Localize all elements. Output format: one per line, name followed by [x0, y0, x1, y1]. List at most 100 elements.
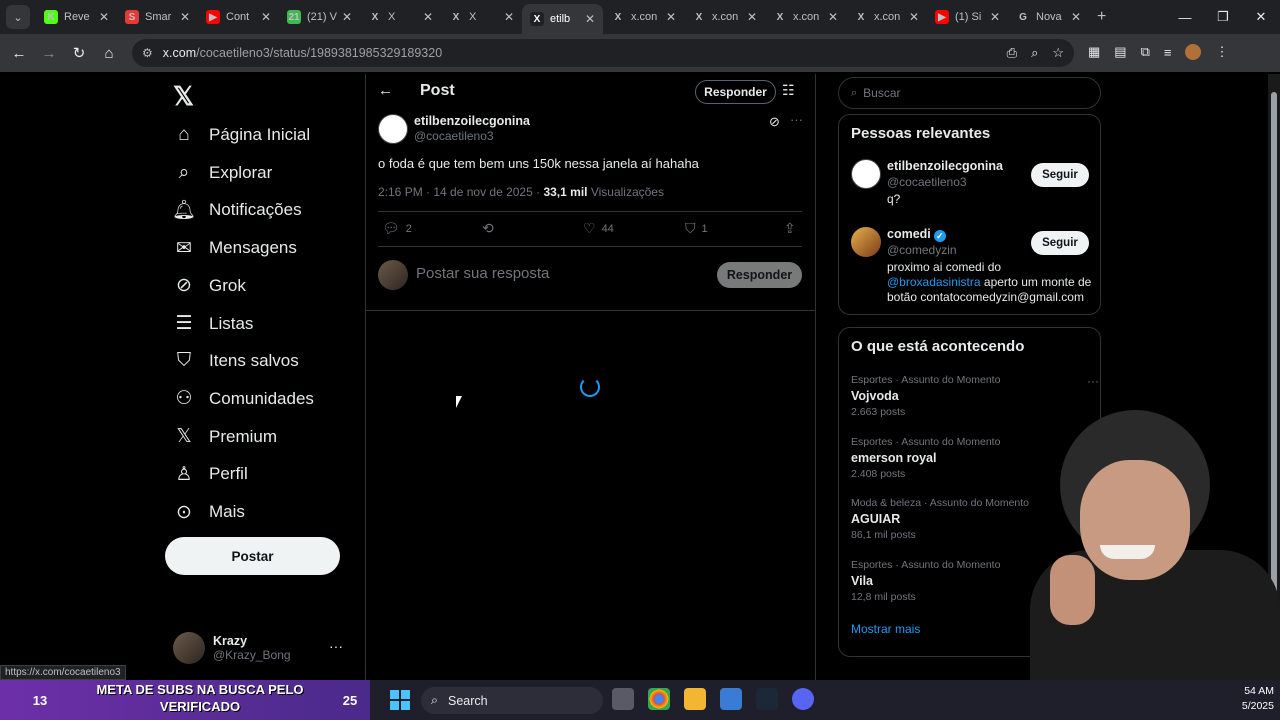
profile-avatar[interactable]: [1185, 44, 1202, 60]
restore-button[interactable]: ❐: [1204, 9, 1242, 25]
browser-tab[interactable]: K Reve ✕: [36, 3, 117, 31]
repost-action[interactable]: ⟲: [482, 220, 500, 237]
browser-tab[interactable]: X X ✕: [441, 3, 522, 31]
sidebar-item[interactable]: 🔔︎ Notificações: [172, 192, 302, 228]
bio-mention-link[interactable]: @broxadasinistra: [887, 275, 981, 289]
extensions-puzzle-icon[interactable]: ⧉: [1141, 44, 1150, 60]
sidebar-item[interactable]: ⛉ Itens salvos: [173, 343, 299, 379]
post-button[interactable]: Postar: [165, 537, 340, 575]
tab-close-icon[interactable]: ✕: [990, 10, 1000, 24]
sidebar-item[interactable]: ⊘ Grok: [173, 268, 246, 304]
search-input[interactable]: ⌕ Buscar: [838, 77, 1101, 109]
post-timestamp[interactable]: 2:16 PM · 14 de nov de 2025 ·: [378, 185, 543, 199]
extension-icon[interactable]: ▤: [1114, 44, 1126, 60]
steam-icon[interactable]: [756, 688, 778, 710]
follow-button[interactable]: Seguir: [1031, 231, 1089, 255]
more-icon[interactable]: ···: [1087, 374, 1099, 388]
tab-close-icon[interactable]: ✕: [504, 10, 514, 24]
reply-action[interactable]: 💬︎ 2: [382, 220, 412, 237]
bookmark-star-icon[interactable]: ☆: [1052, 45, 1064, 61]
tab-close-icon[interactable]: ✕: [585, 12, 595, 26]
browser-tab[interactable]: Xx.con ✕: [765, 3, 846, 31]
new-tab-button[interactable]: +: [1097, 8, 1106, 26]
tab-close-icon[interactable]: ✕: [342, 10, 352, 24]
forward-button[interactable]: →: [34, 45, 64, 62]
follow-button[interactable]: Seguir: [1031, 163, 1089, 187]
browser-tab[interactable]: X X ✕: [360, 3, 441, 31]
settings-sliders-icon[interactable]: ☷: [782, 82, 795, 99]
browser-tab[interactable]: Xetilb ✕: [522, 4, 603, 34]
browser-tab[interactable]: G Nova ✕: [1008, 3, 1089, 31]
like-action[interactable]: ♡ 44: [583, 220, 614, 237]
omnibox[interactable]: ⚙ x.com /cocaetileno3/status/19893819853…: [132, 39, 1074, 67]
site-info-icon[interactable]: ⚙: [142, 46, 153, 60]
tab-favicon-icon: X: [449, 10, 463, 24]
back-button[interactable]: ←: [4, 45, 34, 62]
back-arrow-icon[interactable]: ←: [378, 82, 393, 99]
reply-header-button[interactable]: Responder: [695, 80, 776, 104]
show-more-link[interactable]: Mostrar mais: [851, 622, 920, 636]
zoom-icon[interactable]: ⌕: [1031, 45, 1038, 61]
close-window-button[interactable]: ✕: [1242, 9, 1280, 25]
install-app-icon[interactable]: ⎙: [1007, 45, 1017, 61]
tab-close-icon[interactable]: ✕: [666, 10, 676, 24]
tab-close-icon[interactable]: ✕: [99, 10, 109, 24]
more-icon[interactable]: ···: [329, 638, 343, 654]
grok-icon[interactable]: ⊘: [769, 114, 780, 130]
browser-tab[interactable]: 21 (21) V ✕: [279, 3, 360, 31]
bookmark-action[interactable]: ⛉ 1: [685, 220, 708, 237]
reload-button[interactable]: ↻: [64, 44, 94, 62]
tab-close-icon[interactable]: ✕: [747, 10, 757, 24]
taskbar-search[interactable]: ⌕ Search: [421, 687, 603, 714]
more-icon[interactable]: ···: [790, 112, 803, 127]
share-action[interactable]: ⇪: [784, 220, 802, 237]
tab-close-icon[interactable]: ✕: [423, 10, 433, 24]
trend-category: Esportes · Assunto do Momento: [851, 374, 1001, 386]
tab-close-icon[interactable]: ✕: [180, 10, 190, 24]
sidebar-item[interactable]: ⌕ Explorar: [173, 155, 273, 191]
reply-submit-button[interactable]: Responder: [717, 262, 802, 288]
account-switcher[interactable]: Krazy @Krazy_Bong ···: [173, 630, 353, 666]
browser-tab[interactable]: ▶ Cont ✕: [198, 3, 279, 31]
person-item[interactable]: comedi ✓ @comedyzin proximo ai comedi do …: [851, 227, 1091, 307]
task-view-icon[interactable]: [612, 688, 634, 710]
windows-start-icon[interactable]: [390, 690, 410, 710]
extension-icon[interactable]: ▦: [1088, 44, 1100, 60]
webcam-overlay: [1030, 400, 1280, 720]
browser-tab[interactable]: ▶ (1) Si ✕: [927, 3, 1008, 31]
chrome-menu-icon[interactable]: ⋮: [1215, 44, 1228, 60]
search-placeholder: Buscar: [863, 86, 901, 100]
system-clock[interactable]: 54 AM 5/2025: [1232, 684, 1274, 714]
views-label: Visualizações: [587, 185, 664, 199]
browser-tab[interactable]: S Smar ✕: [117, 3, 198, 31]
reply-input[interactable]: Postar sua resposta: [416, 265, 549, 282]
browser-tab[interactable]: Xx.con ✕: [684, 3, 765, 31]
sidebar-item[interactable]: ⊙ Mais: [173, 494, 245, 530]
sidebar-item[interactable]: ☰ Listas: [173, 306, 253, 342]
file-explorer-icon[interactable]: [684, 688, 706, 710]
avatar[interactable]: [378, 114, 408, 144]
discord-icon[interactable]: [792, 688, 814, 710]
tab-close-icon[interactable]: ✕: [1071, 10, 1081, 24]
tab-close-icon[interactable]: ✕: [828, 10, 838, 24]
sidebar-item[interactable]: ⌂ Página Inicial: [173, 117, 310, 153]
tab-close-icon[interactable]: ✕: [909, 10, 919, 24]
media-control-icon[interactable]: ≡: [1164, 45, 1172, 60]
sidebar-item[interactable]: ♙ Perfil: [173, 456, 247, 492]
store-icon[interactable]: [720, 688, 742, 710]
sidebar-item[interactable]: ✉ Mensagens: [173, 230, 297, 266]
person-item[interactable]: etilbenzoilecgonina @cocaetileno3 q? Seg…: [851, 159, 1091, 209]
chrome-icon[interactable]: [648, 688, 670, 710]
home-button[interactable]: ⌂: [94, 45, 124, 62]
x-logo-icon[interactable]: 𝕏: [173, 82, 201, 110]
tab-close-icon[interactable]: ✕: [261, 10, 271, 24]
sidebar-item-label: Mais: [209, 502, 245, 521]
sidebar-item[interactable]: 𝕏 Premium: [173, 419, 277, 455]
post-author-name[interactable]: etilbenzoilecgonina: [414, 114, 530, 128]
minimize-button[interactable]: —: [1166, 10, 1204, 25]
sidebar-item[interactable]: ⚇ Comunidades: [173, 381, 313, 417]
browser-tab[interactable]: Xx.con ✕: [603, 3, 684, 31]
tab-search-button[interactable]: ⌄: [6, 5, 30, 29]
post-author-handle[interactable]: @cocaetileno3: [414, 129, 494, 143]
browser-tab[interactable]: Xx.con ✕: [846, 3, 927, 31]
